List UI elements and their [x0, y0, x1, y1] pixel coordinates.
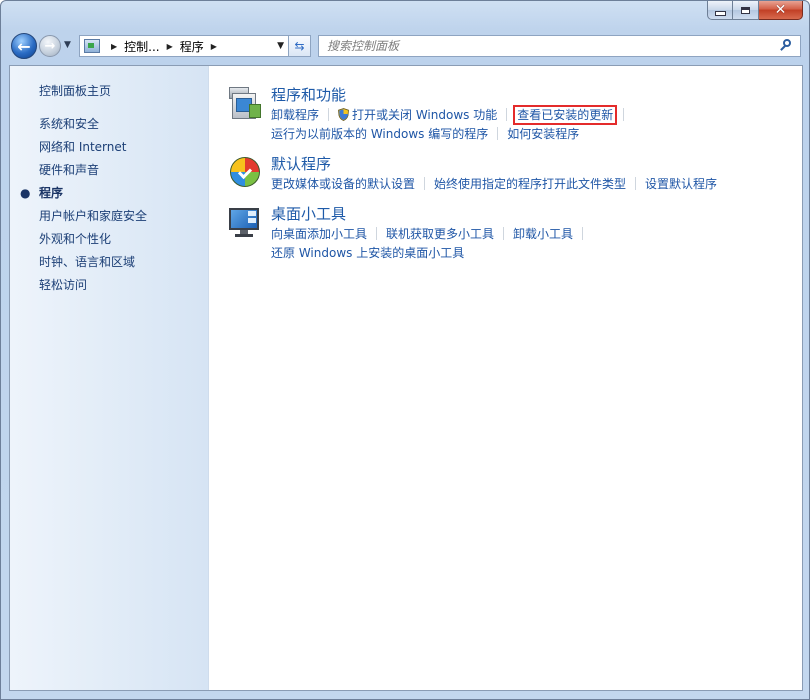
- shield-icon: [338, 108, 349, 121]
- minimize-icon: [714, 10, 726, 16]
- category-desktop-gadgets: 桌面小工具 向桌面添加小工具 联机获取更多小工具 卸载小工具 还原 Windows …: [227, 203, 802, 263]
- sidebar-item-home[interactable]: 控制面板主页: [10, 80, 208, 103]
- default-programs-icon[interactable]: [227, 153, 263, 189]
- uninstall-program-link[interactable]: 卸载程序: [271, 108, 319, 122]
- turn-windows-features-link[interactable]: 打开或关闭 Windows 功能: [352, 108, 497, 122]
- back-arrow-icon: ←: [17, 36, 31, 56]
- maximize-button[interactable]: [733, 1, 759, 20]
- refresh-button[interactable]: ⇆: [289, 35, 311, 57]
- sidebar-item-appearance[interactable]: 外观和个性化: [10, 228, 208, 251]
- close-button[interactable]: ✕: [759, 1, 803, 20]
- get-more-gadgets-link[interactable]: 联机获取更多小工具: [386, 227, 494, 241]
- restore-gadgets-link[interactable]: 还原 Windows 上安装的桌面小工具: [271, 246, 464, 260]
- current-bullet-icon: ●: [20, 186, 31, 200]
- sidebar-item-label: 程序: [39, 186, 64, 200]
- search-icon[interactable]: [780, 39, 794, 53]
- maximize-icon: [741, 6, 750, 14]
- programs-icon[interactable]: [227, 84, 263, 120]
- breadcrumb-control-panel[interactable]: 控制...: [124, 38, 159, 55]
- control-panel-icon: [84, 39, 100, 53]
- address-dropdown-icon[interactable]: ▼: [277, 41, 284, 51]
- how-to-install-program-link[interactable]: 如何安装程序: [507, 127, 579, 141]
- default-programs-title[interactable]: 默认程序: [271, 154, 717, 174]
- link-separator: [497, 127, 499, 140]
- content-area: 控制面板主页 系统和安全 网络和 Internet 硬件和声音 ● 程序 用户帐…: [9, 65, 803, 691]
- forward-arrow-icon: →: [44, 38, 56, 54]
- chevron-right-icon[interactable]: ▶: [167, 42, 173, 51]
- sidebar-item-hardware-sound[interactable]: 硬件和声音: [10, 159, 208, 182]
- desktop-gadgets-icon[interactable]: [227, 203, 263, 239]
- desktop-gadgets-title[interactable]: 桌面小工具: [271, 204, 592, 224]
- search-box[interactable]: [318, 35, 801, 57]
- category-default-programs: 默认程序 更改媒体或设备的默认设置 始终使用指定的程序打开此文件类型 设置默认程序: [227, 153, 802, 194]
- sidebar-item-clock-language[interactable]: 时钟、语言和区域: [10, 251, 208, 274]
- sidebar-item-ease-of-access[interactable]: 轻松访问: [10, 274, 208, 297]
- link-separator: [635, 177, 637, 190]
- sidebar-item-programs[interactable]: ● 程序: [10, 182, 208, 205]
- sidebar: 控制面板主页 系统和安全 网络和 Internet 硬件和声音 ● 程序 用户帐…: [10, 66, 209, 690]
- refresh-icon: ⇆: [294, 39, 305, 53]
- control-panel-window: ✕ ← → ▼ ▶ 控制... ▶ 程序 ▶ ▼ ⇆ 控制面板主页 系统和安全 …: [0, 0, 810, 700]
- set-default-programs-link[interactable]: 设置默认程序: [645, 177, 717, 191]
- sidebar-item-system-security[interactable]: 系统和安全: [10, 113, 208, 136]
- caption-buttons: ✕: [707, 1, 803, 20]
- run-older-programs-link[interactable]: 运行为以前版本的 Windows 编写的程序: [271, 127, 488, 141]
- minimize-button[interactable]: [707, 1, 733, 20]
- change-media-defaults-link[interactable]: 更改媒体或设备的默认设置: [271, 177, 415, 191]
- link-separator: [506, 108, 508, 121]
- category-programs-features: 程序和功能 卸载程序 打开或关闭 Windows 功能 查看已安装的更新 运行为以前…: [227, 84, 802, 144]
- sidebar-item-network[interactable]: 网络和 Internet: [10, 136, 208, 159]
- sidebar-item-user-accounts[interactable]: 用户帐户和家庭安全: [10, 205, 208, 228]
- recent-pages-button[interactable]: ▼: [64, 40, 71, 50]
- file-type-association-link[interactable]: 始终使用指定的程序打开此文件类型: [434, 177, 626, 191]
- close-icon: ✕: [774, 2, 787, 18]
- chevron-right-icon[interactable]: ▶: [211, 42, 217, 51]
- link-separator: [376, 227, 378, 240]
- add-gadgets-link[interactable]: 向桌面添加小工具: [271, 227, 367, 241]
- main-panel: 程序和功能 卸载程序 打开或关闭 Windows 功能 查看已安装的更新 运行为以前…: [209, 66, 802, 690]
- chevron-right-icon[interactable]: ▶: [111, 42, 117, 51]
- link-separator: [424, 177, 426, 190]
- link-separator: [582, 227, 584, 240]
- breadcrumb-programs[interactable]: 程序: [180, 38, 204, 55]
- link-separator: [503, 227, 505, 240]
- forward-button[interactable]: →: [39, 35, 61, 57]
- uninstall-gadget-link[interactable]: 卸载小工具: [513, 227, 573, 241]
- address-bar[interactable]: ▶ 控制... ▶ 程序 ▶ ▼: [79, 35, 289, 57]
- link-separator: [328, 108, 330, 121]
- back-button[interactable]: ←: [11, 33, 37, 59]
- programs-features-title[interactable]: 程序和功能: [271, 85, 633, 105]
- navigation-bar: ← → ▼ ▶ 控制... ▶ 程序 ▶ ▼ ⇆: [9, 31, 801, 61]
- search-input[interactable]: [319, 38, 780, 54]
- link-separator: [623, 108, 625, 121]
- view-installed-updates-link[interactable]: 查看已安装的更新: [513, 105, 618, 125]
